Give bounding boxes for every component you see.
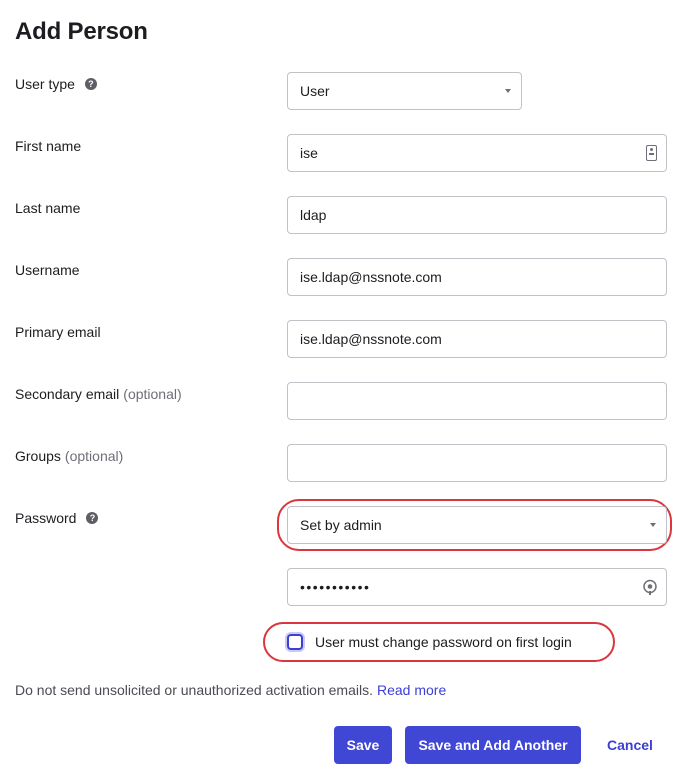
last-name-input[interactable]: ldap bbox=[287, 196, 667, 234]
username-label-text: Username bbox=[15, 262, 80, 278]
first-name-label-text: First name bbox=[15, 138, 82, 154]
primary-email-label: Primary email bbox=[15, 324, 101, 340]
activation-notice-text: Do not send unsolicited or unauthorized … bbox=[15, 682, 373, 698]
primary-email-label-text: Primary email bbox=[15, 324, 101, 340]
cancel-button[interactable]: Cancel bbox=[607, 726, 653, 764]
activation-notice: Do not send unsolicited or unauthorized … bbox=[15, 682, 446, 698]
password-masked-value: ••••••••••• bbox=[300, 579, 371, 595]
groups-label: Groups (optional) bbox=[15, 448, 123, 464]
user-type-value: User bbox=[300, 83, 330, 99]
chevron-down-icon bbox=[505, 89, 511, 93]
username-label: Username bbox=[15, 262, 80, 278]
change-password-checkbox[interactable] bbox=[287, 634, 303, 650]
password-label: Password ? bbox=[15, 510, 99, 526]
last-name-value: ldap bbox=[300, 207, 327, 223]
username-value: ise.ldap@nssnote.com bbox=[300, 269, 442, 285]
password-mode-select[interactable]: Set by admin bbox=[287, 506, 667, 544]
secondary-email-label-text: Secondary email bbox=[15, 386, 120, 402]
first-name-label: First name bbox=[15, 138, 81, 154]
groups-optional: (optional) bbox=[64, 448, 124, 464]
groups-input[interactable] bbox=[287, 444, 667, 482]
groups-label-text: Groups bbox=[15, 448, 61, 464]
user-type-label-text: User type bbox=[15, 76, 75, 92]
password-reveal-icon[interactable] bbox=[642, 578, 658, 596]
contact-card-icon[interactable] bbox=[646, 145, 657, 161]
first-name-value: ise bbox=[300, 145, 318, 161]
primary-email-value: ise.ldap@nssnote.com bbox=[300, 331, 442, 347]
user-type-label: User type ? bbox=[15, 76, 97, 92]
first-name-input[interactable]: ise bbox=[287, 134, 667, 172]
user-type-help-icon[interactable]: ? bbox=[84, 78, 97, 90]
user-type-select[interactable]: User bbox=[287, 72, 522, 110]
username-input[interactable]: ise.ldap@nssnote.com bbox=[287, 258, 667, 296]
secondary-email-input[interactable] bbox=[287, 382, 667, 420]
password-label-text: Password bbox=[15, 510, 77, 526]
secondary-email-label: Secondary email (optional) bbox=[15, 386, 182, 402]
save-button[interactable]: Save bbox=[334, 726, 392, 764]
primary-email-input[interactable]: ise.ldap@nssnote.com bbox=[287, 320, 667, 358]
save-and-add-another-button[interactable]: Save and Add Another bbox=[405, 726, 581, 764]
read-more-link[interactable]: Read more bbox=[377, 682, 446, 698]
secondary-email-optional: (optional) bbox=[123, 386, 182, 402]
chevron-down-icon bbox=[650, 523, 656, 527]
last-name-label-text: Last name bbox=[15, 200, 81, 216]
password-help-icon[interactable]: ? bbox=[86, 512, 99, 524]
change-password-label: User must change password on first login bbox=[315, 634, 572, 650]
password-mode-value: Set by admin bbox=[300, 517, 382, 533]
last-name-label: Last name bbox=[15, 200, 80, 216]
password-input[interactable]: ••••••••••• bbox=[287, 568, 667, 606]
page-title: Add Person bbox=[15, 18, 148, 45]
